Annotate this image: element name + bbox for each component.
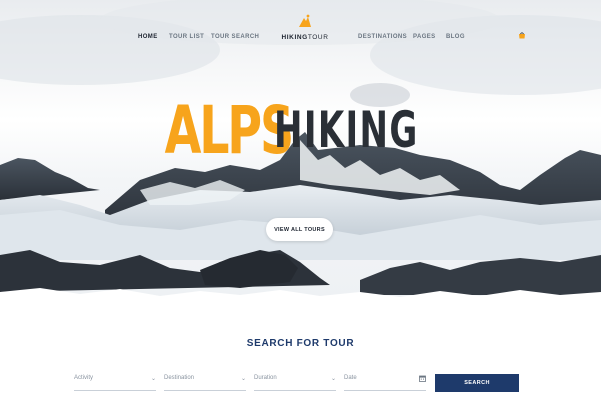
nav-item-blog[interactable]: BLOG [446, 34, 465, 40]
duration-select-label: Duration [254, 375, 277, 381]
hero-title-main: HIKING [273, 101, 419, 159]
hero-title-accent: ALPS [164, 92, 294, 169]
calendar-icon [419, 375, 426, 382]
hero-title: ALPSHIKING [0, 98, 601, 164]
main-navigation: HOME TOUR LIST TOUR SEARCH HIKINGTOUR DE… [0, 0, 601, 60]
duration-select[interactable]: Duration ⌄ [254, 370, 336, 391]
view-all-tours-button[interactable]: VIEW ALL TOURS [266, 218, 333, 241]
nav-item-tour-list[interactable]: TOUR LIST [169, 34, 204, 40]
destination-select[interactable]: Destination ⌄ [164, 370, 246, 391]
nav-item-tour-search[interactable]: TOUR SEARCH [211, 34, 259, 40]
destination-select-label: Destination [164, 375, 195, 381]
mountain-logo-icon [299, 14, 311, 27]
page: HOME TOUR LIST TOUR SEARCH HIKINGTOUR DE… [0, 0, 601, 407]
chevron-down-icon: ⌄ [330, 376, 336, 382]
search-button[interactable]: SEARCH [435, 374, 519, 392]
cart-icon[interactable] [518, 31, 527, 40]
chevron-down-icon: ⌄ [150, 376, 156, 382]
activity-select-label: Activity [74, 375, 94, 381]
nav-item-home[interactable]: HOME [138, 34, 158, 40]
activity-select[interactable]: Activity ⌄ [74, 370, 156, 391]
date-input[interactable]: Date [344, 370, 426, 391]
chevron-down-icon: ⌄ [240, 376, 246, 382]
brand-name: HIKINGTOUR [281, 34, 329, 41]
nav-item-destinations[interactable]: DESTINATIONS [358, 34, 407, 40]
nav-item-pages[interactable]: PAGES [413, 34, 436, 40]
search-section-title: SEARCH FOR TOUR [246, 338, 355, 349]
brand-logo[interactable]: HIKINGTOUR [280, 14, 330, 44]
date-input-label: Date [344, 375, 357, 381]
